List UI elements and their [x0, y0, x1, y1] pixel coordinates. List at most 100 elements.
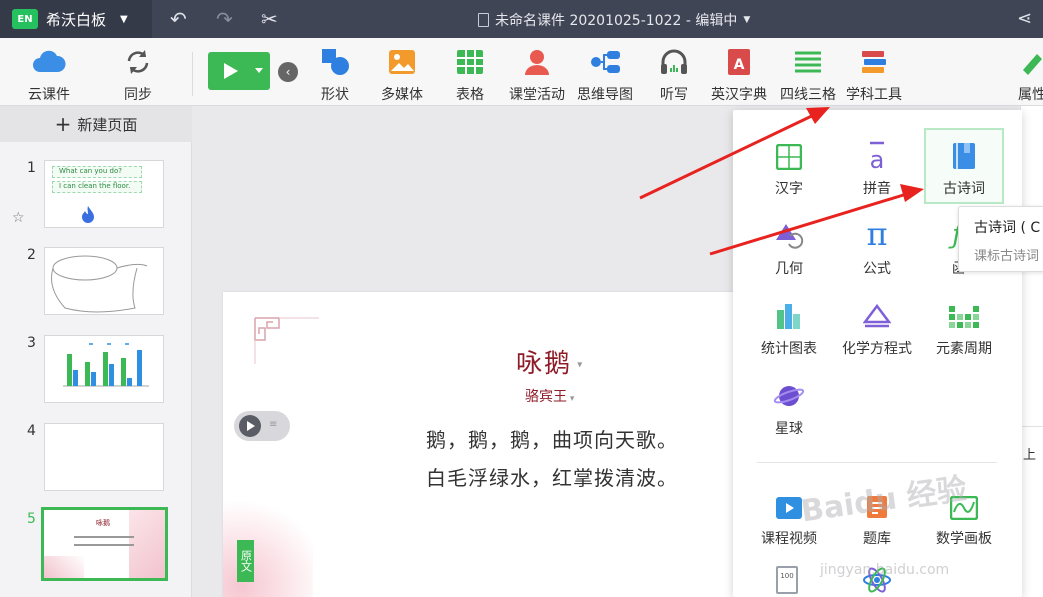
planet-icon [773, 376, 805, 410]
dictionary-button[interactable]: A 英汉字典 [711, 46, 767, 104]
subject-tools-icon [860, 46, 888, 78]
original-text-tab[interactable]: 原文 [237, 540, 254, 582]
collapse-toolbar-button[interactable]: ‹ [278, 62, 298, 82]
app-menu[interactable]: EN 希沃白板 ▼ [0, 0, 152, 38]
divider [1021, 426, 1043, 427]
properties-panel: 上 [1020, 106, 1043, 597]
chevron-left-icon: ‹ [285, 65, 291, 79]
new-page-button[interactable]: + 新建页面 [0, 106, 192, 142]
svg-text:A: A [734, 57, 745, 73]
slide-number: 5 [27, 511, 36, 527]
new-page-label: 新建页面 [77, 115, 138, 134]
divider [192, 52, 193, 96]
periodic-table-icon [949, 296, 979, 330]
thumb-line [74, 544, 134, 546]
activity-icon [523, 46, 551, 78]
undo-icon[interactable]: ↶ [170, 8, 187, 30]
app-logo: EN [12, 9, 38, 29]
app-name: 希沃白板 [46, 10, 107, 29]
book-icon [952, 136, 976, 170]
chevron-down-icon[interactable] [255, 68, 263, 73]
play-icon[interactable] [239, 415, 261, 437]
table-button[interactable]: 表格 [456, 46, 484, 104]
thumb-bar-chart [63, 343, 149, 387]
thumb-cylinder-drawing [51, 255, 148, 313]
thumb-text: I can clean the floor. [59, 182, 131, 190]
media-icon [388, 46, 416, 78]
class-activity-button[interactable]: 课堂活动 [509, 46, 565, 104]
share-icon[interactable]: ⋖ [1017, 8, 1032, 30]
slide-number: 3 [27, 335, 36, 351]
svg-text:a: a [870, 146, 885, 170]
slide-thumbnail-4[interactable] [44, 423, 164, 491]
media-button[interactable]: 多媒体 [381, 46, 423, 104]
thumb-blossom-decoration [129, 510, 165, 578]
shape-button[interactable]: 形状 [320, 46, 350, 104]
thumb-text: 咏鹅 [96, 519, 110, 527]
menu-item-ancient-poetry[interactable]: 古诗词 [924, 128, 1004, 204]
play-button[interactable] [208, 52, 270, 90]
poem-author[interactable]: 骆宾王 ▾ [525, 386, 574, 406]
headphones-icon [659, 46, 689, 78]
menu-item-geometry[interactable]: 几何 [749, 210, 829, 286]
menu-item-periodic-table[interactable]: 元素周期 [924, 290, 1004, 366]
slide-number: 4 [27, 423, 36, 439]
tooltip-description: 课标古诗词 [974, 249, 1040, 264]
pinyin-icon: a [864, 136, 890, 170]
properties-button[interactable]: 属性 [1018, 46, 1043, 104]
poem-title[interactable]: 咏鹅 ▾ [516, 343, 584, 380]
audio-wave-icon: ≡ [269, 419, 278, 430]
document-100-icon[interactable]: 100 [776, 566, 798, 594]
cloud-icon [32, 46, 66, 78]
subject-tools-button[interactable]: 学科工具 [846, 46, 902, 104]
menu-item-formula[interactable]: π 公式 [837, 210, 917, 286]
poem-line-1[interactable]: 鹅，鹅，鹅，曲项向天歌。 [426, 424, 678, 453]
corner-ornament [254, 317, 319, 364]
bar-chart-icon [775, 296, 803, 330]
thumb-line [74, 536, 134, 538]
sync-button[interactable]: 同步 [124, 46, 152, 104]
document-icon [478, 13, 489, 27]
redo-icon[interactable]: ↷ [216, 8, 233, 30]
slide-thumbnail-3[interactable] [44, 335, 164, 403]
title-bar: EN 希沃白板 ▼ ↶ ↷ ✂ 未命名课件 20201025-1022 - 编辑… [0, 0, 1043, 38]
menu-item-chemistry[interactable]: 化学方程式 [837, 290, 917, 366]
slide-thumbnail-5[interactable]: 咏鹅 [41, 507, 168, 581]
document-title-text: 未命名课件 20201025-1022 - 编辑中 [495, 13, 738, 29]
mindmap-icon [589, 46, 621, 78]
hanzi-grid-icon [776, 136, 802, 170]
audio-player[interactable]: ≡ [234, 411, 290, 441]
cloud-courseware-button[interactable]: 云课件 [28, 46, 70, 104]
pi-icon: π [866, 215, 888, 253]
chevron-down-icon: ▼ [743, 15, 751, 25]
geometry-icon [774, 216, 804, 250]
watermark-url: jingyan.baidu.com [820, 562, 950, 578]
menu-item-pinyin[interactable]: a 拼音 [837, 130, 917, 206]
slide-thumbnail-1[interactable]: What can you do? I can clean the floor. [44, 160, 164, 228]
panel-item[interactable]: 上 [1023, 444, 1036, 463]
sync-icon [124, 46, 152, 78]
dictation-button[interactable]: 听写 [659, 46, 689, 104]
chemistry-icon [863, 296, 891, 330]
poem-line-2[interactable]: 白毛浮绿水，红掌拨清波。 [426, 462, 678, 491]
four-line-grid-button[interactable]: 四线三格 [780, 46, 836, 104]
tooltip: 古诗词 ( C 课标古诗词 [958, 206, 1043, 272]
four-line-icon [794, 46, 822, 78]
menu-item-hanzi[interactable]: 汉字 [749, 130, 829, 206]
slide-number: 2 [27, 247, 36, 263]
thumb-text: What can you do? [59, 167, 122, 175]
menu-item-planet[interactable]: 星球 [749, 370, 829, 446]
tooltip-title: 古诗词 ( C [974, 220, 1041, 236]
mind-map-button[interactable]: 思维导图 [577, 46, 633, 104]
chevron-down-icon: ▼ [120, 13, 128, 25]
play-icon [224, 63, 238, 79]
dictionary-icon: A [727, 46, 751, 78]
star-icon[interactable]: ☆ [12, 210, 25, 226]
document-title[interactable]: 未命名课件 20201025-1022 - 编辑中 ▼ [478, 10, 750, 30]
scissors-icon[interactable]: ✂ [261, 8, 278, 30]
slide-thumbnail-2[interactable] [44, 247, 164, 315]
menu-item-statistics-chart[interactable]: 统计图表 [749, 290, 829, 366]
main-toolbar: 云课件 同步 ‹ 形状 多媒体 表格 课堂活动 思维导图 听写 A 英汉字典 四… [0, 38, 1043, 106]
properties-icon [1019, 46, 1043, 78]
plus-icon: + [54, 112, 72, 136]
